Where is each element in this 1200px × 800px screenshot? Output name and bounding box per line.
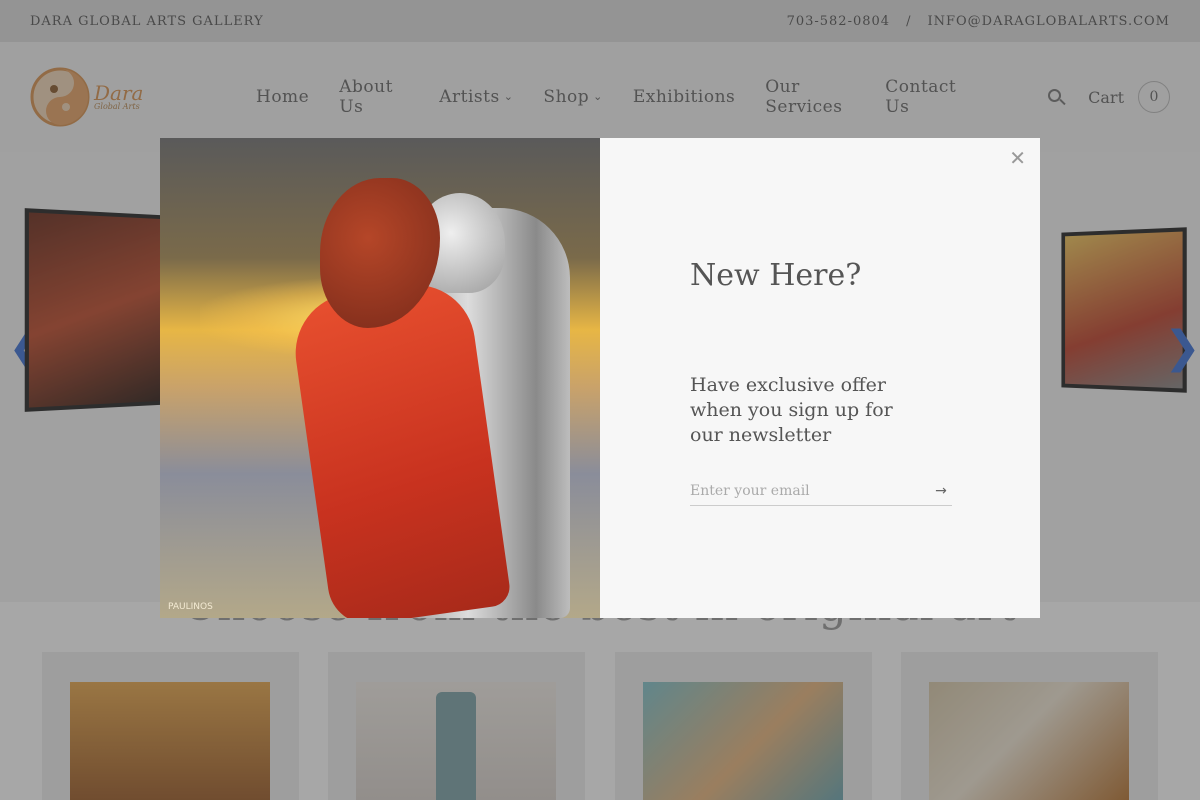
modal-text: Have exclusive offer when you sign up fo… <box>690 374 893 446</box>
artwork-signature: PAULINOS <box>168 602 213 612</box>
newsletter-modal: PAULINOS ✕ New Here? Have exclusive offe… <box>160 138 1040 618</box>
email-input[interactable] <box>690 482 930 499</box>
arrow-right-icon[interactable]: → <box>930 480 952 502</box>
modal-artwork-image: PAULINOS <box>160 138 600 618</box>
modal-panel: ✕ New Here? Have exclusive offer when yo… <box>600 138 1040 618</box>
newsletter-form: → <box>690 476 952 506</box>
modal-title: New Here? <box>690 258 862 293</box>
close-icon[interactable]: ✕ <box>1009 146 1026 170</box>
